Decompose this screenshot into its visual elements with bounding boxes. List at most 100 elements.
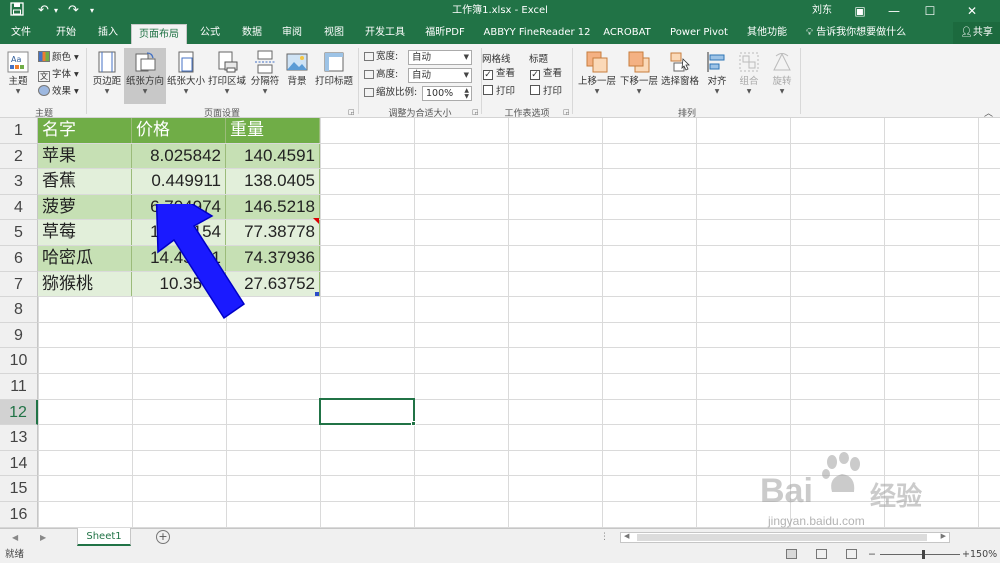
size-button[interactable]: 纸张大小 ▼ — [166, 48, 206, 104]
fill-handle[interactable] — [411, 421, 416, 426]
table-cell[interactable]: 0.449911 — [132, 169, 226, 194]
gridlines-view-checkbox[interactable]: ✓ 查看 — [483, 66, 515, 82]
table-header-cell[interactable]: 价格 — [132, 118, 226, 143]
margins-button[interactable]: 页边距 ▼ — [90, 48, 124, 104]
effects-icon — [38, 85, 50, 96]
minimize-button[interactable]: — — [880, 0, 908, 22]
table-cell[interactable]: 138.0405 — [226, 169, 320, 194]
breaks-button[interactable]: 分隔符 ▼ — [248, 48, 282, 104]
tab-developer[interactable]: 开发工具 — [358, 22, 412, 44]
orientation-button[interactable]: 纸张方向 ▼ — [124, 48, 166, 104]
sheet-prev-icon[interactable]: ◀ — [12, 529, 18, 546]
zoom-in-icon[interactable]: + — [962, 546, 970, 563]
zoom-level[interactable]: 150% — [970, 546, 997, 563]
table-cell[interactable]: 猕猴桃 — [38, 271, 132, 297]
tab-power-pivot[interactable]: Power Pivot — [666, 22, 732, 44]
active-cell[interactable] — [319, 398, 415, 425]
selection-pane-button[interactable]: 选择窗格 — [660, 48, 700, 104]
user-name[interactable]: 刘东 — [812, 0, 832, 22]
theme-colors-button[interactable]: 颜色 ▾ — [38, 50, 79, 66]
row-header[interactable]: 16 — [0, 502, 38, 528]
close-button[interactable]: ✕ — [958, 0, 986, 22]
zoom-slider-thumb[interactable] — [922, 550, 925, 559]
headings-print-checkbox[interactable]: 打印 — [530, 84, 562, 100]
send-backward-button[interactable]: 下移一层 ▼ — [618, 48, 660, 104]
row-header[interactable]: 15 — [0, 476, 38, 502]
print-titles-button[interactable]: 打印标题 — [312, 48, 356, 104]
tab-split-handle-icon[interactable]: ⋮ — [600, 529, 609, 546]
table-cell[interactable]: 哈密瓜 — [38, 246, 132, 271]
page-layout-view-icon[interactable] — [816, 549, 827, 559]
table-resize-handle[interactable] — [315, 292, 319, 296]
sheet-next-icon[interactable]: ▶ — [40, 529, 46, 546]
row-header[interactable]: 12 — [0, 399, 38, 426]
table-cell[interactable]: 8.025842 — [132, 143, 226, 169]
group-button[interactable]: 组合 ▼ — [734, 48, 764, 104]
maximize-button[interactable]: ☐ — [916, 0, 944, 22]
row-header[interactable]: 13 — [0, 425, 38, 451]
table-cell[interactable]: 苹果 — [38, 143, 132, 169]
themes-button[interactable]: Aa 主题 ▼ — [4, 48, 32, 104]
scroll-right-icon[interactable]: ▶ — [941, 532, 946, 540]
gridlines-print-checkbox[interactable]: 打印 — [483, 84, 515, 100]
rotate-button[interactable]: 旋转 ▼ — [766, 48, 798, 104]
table-cell[interactable]: 草莓 — [38, 220, 132, 245]
tab-insert[interactable]: 插入 — [88, 22, 128, 44]
tell-me-box[interactable]: 💡︎ 告诉我你想要做什么 — [806, 22, 906, 44]
tab-other-functions[interactable]: 其他功能 — [740, 22, 794, 44]
tab-formulas[interactable]: 公式 — [190, 22, 230, 44]
tab-data[interactable]: 数据 — [232, 22, 272, 44]
horizontal-scrollbar[interactable]: ◀ ▶ — [620, 532, 950, 543]
row-header[interactable]: 7 — [0, 271, 38, 298]
tab-review[interactable]: 审阅 — [272, 22, 312, 44]
zoom-out-icon[interactable]: − — [868, 546, 876, 563]
dialog-launcher-icon[interactable]: ◲ — [348, 108, 355, 116]
scroll-left-icon[interactable]: ◀ — [624, 532, 629, 540]
table-cell[interactable]: 140.4591 — [226, 143, 320, 169]
add-sheet-icon[interactable]: + — [156, 530, 170, 544]
background-button[interactable]: 背景 — [282, 48, 312, 104]
page-break-preview-icon[interactable] — [846, 549, 857, 559]
row-header[interactable]: 11 — [0, 374, 38, 400]
tab-home[interactable]: 开始 — [46, 22, 86, 44]
bring-forward-button[interactable]: 上移一层 ▼ — [576, 48, 618, 104]
scrollbar-thumb[interactable] — [637, 534, 927, 541]
checkbox-unchecked-icon — [483, 85, 493, 95]
normal-view-icon[interactable] — [786, 549, 797, 559]
theme-effects-button[interactable]: 效果 ▾ — [38, 84, 79, 100]
row-header[interactable]: 9 — [0, 322, 38, 349]
sheet-tab-sheet1[interactable]: Sheet1 — [77, 528, 131, 546]
tab-acrobat[interactable]: ACROBAT — [600, 22, 654, 44]
tab-page-layout[interactable]: 页面布局 — [131, 24, 187, 44]
print-area-button[interactable]: 打印区域 ▼ — [207, 48, 247, 104]
row-header[interactable]: 3 — [0, 169, 38, 195]
spinner-arrows-icon[interactable]: ▲ ▼ — [464, 88, 469, 100]
row-header[interactable]: 14 — [0, 450, 38, 477]
dialog-launcher-icon[interactable]: ◲ — [563, 108, 570, 116]
tab-abbyy[interactable]: ABBYY FineReader 12 — [478, 22, 596, 44]
tab-file[interactable]: 文件 — [4, 22, 38, 44]
row-header[interactable]: 2 — [0, 143, 38, 170]
theme-fonts-button[interactable]: 文字体 ▾ — [38, 67, 79, 83]
width-combo[interactable]: 自动 ▼ — [408, 50, 472, 65]
tab-view[interactable]: 视图 — [314, 22, 354, 44]
row-header[interactable]: 6 — [0, 246, 38, 272]
align-button[interactable]: 对齐 ▼ — [702, 48, 732, 104]
table-header-cell[interactable]: 名字 — [38, 118, 132, 143]
row-header[interactable]: 5 — [0, 220, 38, 246]
row-header[interactable]: 10 — [0, 348, 38, 374]
tab-foxit-pdf[interactable]: 福昕PDF — [418, 22, 472, 44]
scale-spinner[interactable]: 100% ▲ ▼ — [422, 86, 472, 101]
row-header[interactable]: 1 — [0, 118, 38, 144]
headings-view-checkbox[interactable]: ✓ 查看 — [530, 66, 562, 82]
share-button[interactable]: 👤︎共享 — [953, 22, 1000, 44]
row-header[interactable]: 4 — [0, 194, 38, 221]
dialog-launcher-icon[interactable]: ◲ — [472, 108, 479, 116]
ribbon-display-options-icon[interactable]: ▣ — [846, 0, 874, 22]
zoom-slider[interactable] — [880, 554, 960, 555]
height-combo[interactable]: 自动 ▼ — [408, 68, 472, 83]
row-header[interactable]: 8 — [0, 297, 38, 323]
table-cell[interactable]: 香蕉 — [38, 169, 132, 194]
table-cell[interactable]: 菠萝 — [38, 194, 132, 220]
table-header-cell[interactable]: 重量 — [226, 118, 320, 143]
